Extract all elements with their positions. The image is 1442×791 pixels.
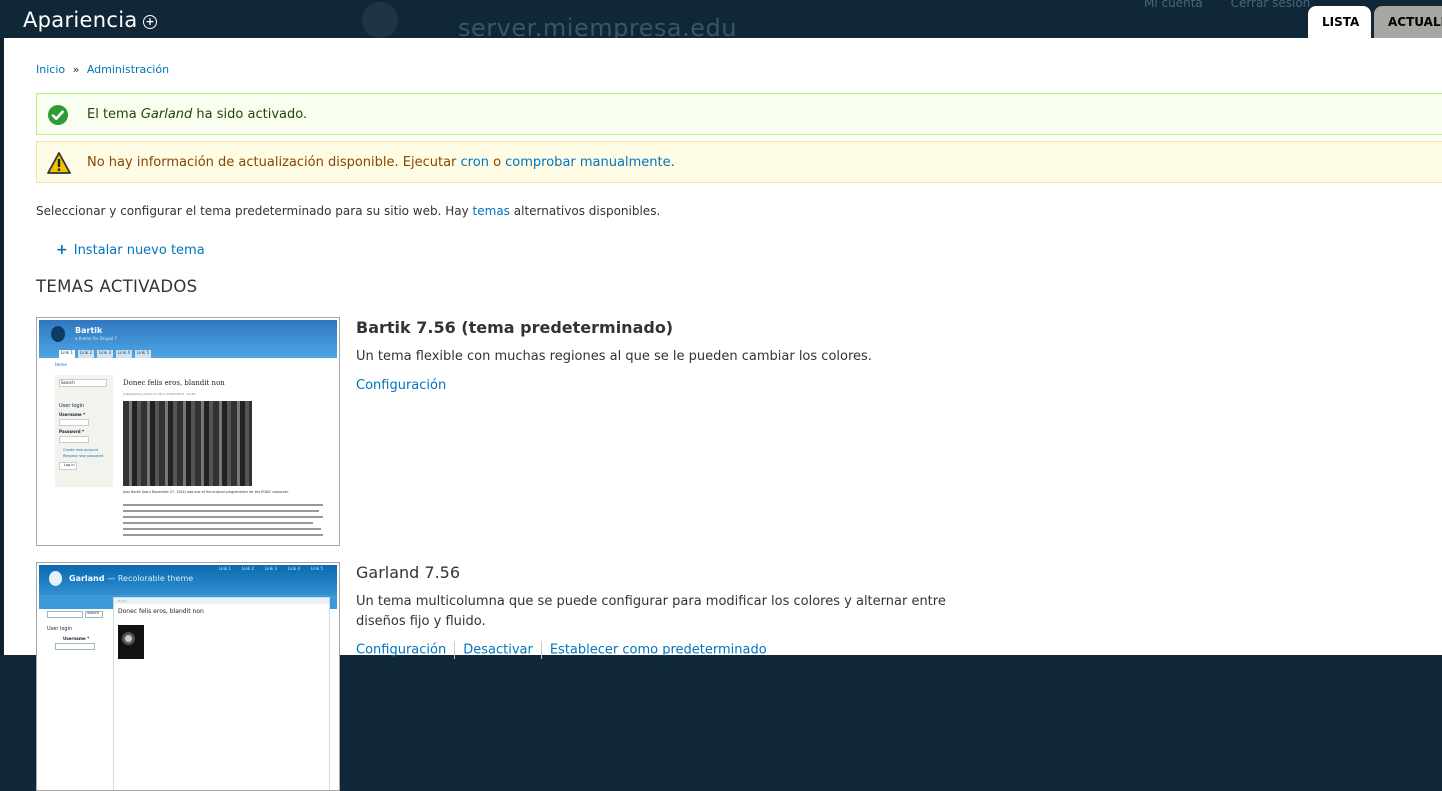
garland-screenshot-photo — [118, 625, 144, 659]
bartik-drupal-logo — [51, 326, 65, 342]
bartik-theme-description: Un tema flexible con muchas regiones al … — [356, 349, 872, 364]
bartik-screenshot-slogan: a theme for Drupal 7 — [75, 336, 117, 341]
bartik-screenshot-photo — [123, 401, 252, 486]
bartik-screenshot-username: Username * — [59, 412, 86, 417]
overlay-content: Inicio » Administración El tema Garland … — [4, 38, 1442, 791]
plus-icon: + — [56, 242, 68, 258]
breadcrumb: Inicio » Administración — [36, 63, 169, 76]
add-shortcut-icon[interactable]: + — [143, 15, 157, 29]
bartik-configuration-link[interactable]: Configuración — [356, 378, 446, 393]
tab-lista[interactable]: LISTA — [1308, 6, 1371, 38]
bartik-screenshot: Bartik a theme for Drupal 7 Link 1 Link … — [36, 317, 340, 546]
bartik-screenshot-create-account: Create new account — [63, 448, 99, 452]
run-cron-link[interactable]: cron — [461, 155, 489, 170]
install-new-theme-action[interactable]: + Instalar nuevo tema — [56, 242, 205, 258]
garland-screenshot-tab: Link 3 — [265, 566, 278, 571]
garland-screenshot: Garland — Recolorable theme Link 1 Link … — [36, 562, 340, 791]
breadcrumb-inicio-link[interactable]: Inicio — [36, 63, 65, 76]
warning-message-text: No hay información de actualización disp… — [87, 155, 675, 170]
garland-screenshot-user-login: User login — [47, 626, 73, 632]
garland-screenshot-search-field — [47, 611, 83, 618]
tab-actualizar[interactable]: ACTUALI — [1374, 6, 1442, 38]
background-my-account-link: Mi cuenta — [1144, 0, 1203, 10]
garland-screenshot-username: Username * — [63, 636, 90, 641]
page-title: Apariencia — [23, 8, 138, 32]
bartik-screenshot-login-label: Log in — [64, 463, 75, 467]
background-user-links: Mi cuenta Cerrar sesión — [1144, 0, 1334, 10]
garland-configuration-link[interactable]: Configuración — [356, 643, 446, 658]
bartik-screenshot-password: Password * — [59, 429, 85, 434]
description-suffix: alternativos disponibles. — [509, 204, 661, 218]
garland-theme-name: Garland 7.56 — [356, 563, 461, 582]
warning-triangle-icon — [47, 152, 71, 174]
overlay-header: server.miempresa.edu Mi cuenta Cerrar se… — [0, 0, 1442, 42]
enabled-themes-heading: TEMAS ACTIVADOS — [36, 277, 198, 296]
bartik-screenshot-text-line — [123, 528, 321, 530]
garland-screenshot-post-title: Donec felis eros, blandit non — [118, 608, 204, 615]
garland-theme-links: Configuración Desactivar Establecer como p… — [356, 641, 767, 659]
bartik-screenshot-username-field — [59, 419, 89, 426]
status-message-prefix: El tema — [87, 107, 141, 122]
bartik-screenshot-home: Home — [55, 362, 67, 367]
garland-screenshot-tab: Link 4 — [288, 566, 301, 571]
bartik-theme-links: Configuración — [356, 378, 446, 393]
link-divider — [454, 641, 456, 659]
bartik-screenshot-request-password: Request new password — [63, 454, 104, 458]
garland-screenshot-site-name: Garland — Recolorable theme — [69, 574, 193, 583]
breadcrumb-administracion-link[interactable]: Administración — [87, 63, 169, 76]
warning-message-suffix: . — [670, 155, 675, 170]
bartik-screenshot-tab: Link 5 — [135, 350, 151, 358]
description-prefix: Seleccionar y configurar el tema predete… — [36, 204, 473, 218]
garland-screenshot-site-name-text: Garland — [69, 574, 105, 583]
warning-message-middle: o — [488, 155, 506, 170]
link-divider — [540, 641, 542, 659]
garland-disable-link[interactable]: Desactivar — [463, 643, 533, 658]
status-message: El tema Garland ha sido activado. — [36, 93, 1442, 135]
garland-screenshot-content-bar — [114, 598, 329, 604]
garland-screenshot-slogan: — Recolorable theme — [107, 574, 194, 583]
bartik-screenshot-post-title: Donec felis eros, blandit non — [123, 379, 225, 387]
garland-screenshot-username-field — [55, 643, 95, 650]
bartik-screenshot-text-line — [123, 504, 323, 506]
warning-message-prefix: No hay información de actualización disp… — [87, 155, 461, 170]
garland-drupal-logo — [49, 571, 62, 586]
bartik-screenshot-password-field — [59, 436, 89, 443]
page-description: Seleccionar y configurar el tema predete… — [36, 204, 660, 218]
overlay-left-strip — [0, 38, 3, 655]
bartik-screenshot-tab: Link 3 — [97, 350, 113, 358]
background-drupal-logo — [362, 2, 398, 38]
bartik-screenshot-search-label: Search — [61, 380, 75, 385]
check-circle-icon — [48, 105, 68, 125]
garland-screenshot-search-label: Search — [87, 611, 100, 615]
check-manually-link[interactable]: comprobar manualmente — [505, 155, 670, 170]
status-message-suffix: ha sido activado. — [192, 107, 308, 122]
breadcrumb-separator: » — [72, 63, 80, 76]
bartik-theme-name: Bartik 7.56 (tema predeterminado) — [356, 318, 674, 337]
bartik-screenshot-tab: Link 4 — [116, 350, 132, 358]
bartik-screenshot-text-line — [123, 522, 313, 524]
bartik-screenshot-sidebar: Search User login Username * Password * … — [55, 375, 113, 487]
garland-theme-description: Un tema multicolumna que se puede config… — [356, 594, 946, 629]
status-message-text: El tema Garland ha sido activado. — [87, 107, 307, 122]
install-new-theme-link[interactable]: Instalar nuevo tema — [74, 243, 205, 258]
bartik-screenshot-text-line — [123, 510, 319, 512]
bartik-screenshot-tab: Link 1 — [59, 350, 75, 358]
garland-set-default-link[interactable]: Establecer como predeterminado — [550, 643, 767, 658]
bartik-screenshot-site-name: Bartik — [75, 326, 103, 335]
garland-screenshot-tab: Link 2 — [242, 566, 255, 571]
bartik-screenshot-text-line — [123, 516, 323, 518]
bartik-screenshot-text-line — [123, 534, 323, 536]
activated-theme-name: Garland — [140, 107, 193, 122]
bartik-screenshot-post-meta: published by admin on Mon, 07/05/2010 - … — [123, 392, 196, 396]
bartik-screenshot-user-login: User login — [59, 403, 85, 409]
alternative-themes-link[interactable]: temas — [473, 204, 510, 218]
garland-screenshot-tab: Link 5 — [311, 566, 324, 571]
bartik-screenshot-tab: Link 2 — [78, 350, 94, 358]
background-logout-link: Cerrar sesión — [1230, 0, 1311, 10]
garland-screenshot-content: Home Donec felis eros, blandit non — [113, 597, 330, 790]
garland-screenshot-home: Home — [118, 599, 127, 603]
warning-message: No hay información de actualización disp… — [36, 141, 1442, 183]
garland-screenshot-tab: Link 1 — [219, 566, 232, 571]
bartik-screenshot-caption: Jean Bartik (born December 27, 1924) was… — [123, 490, 289, 494]
